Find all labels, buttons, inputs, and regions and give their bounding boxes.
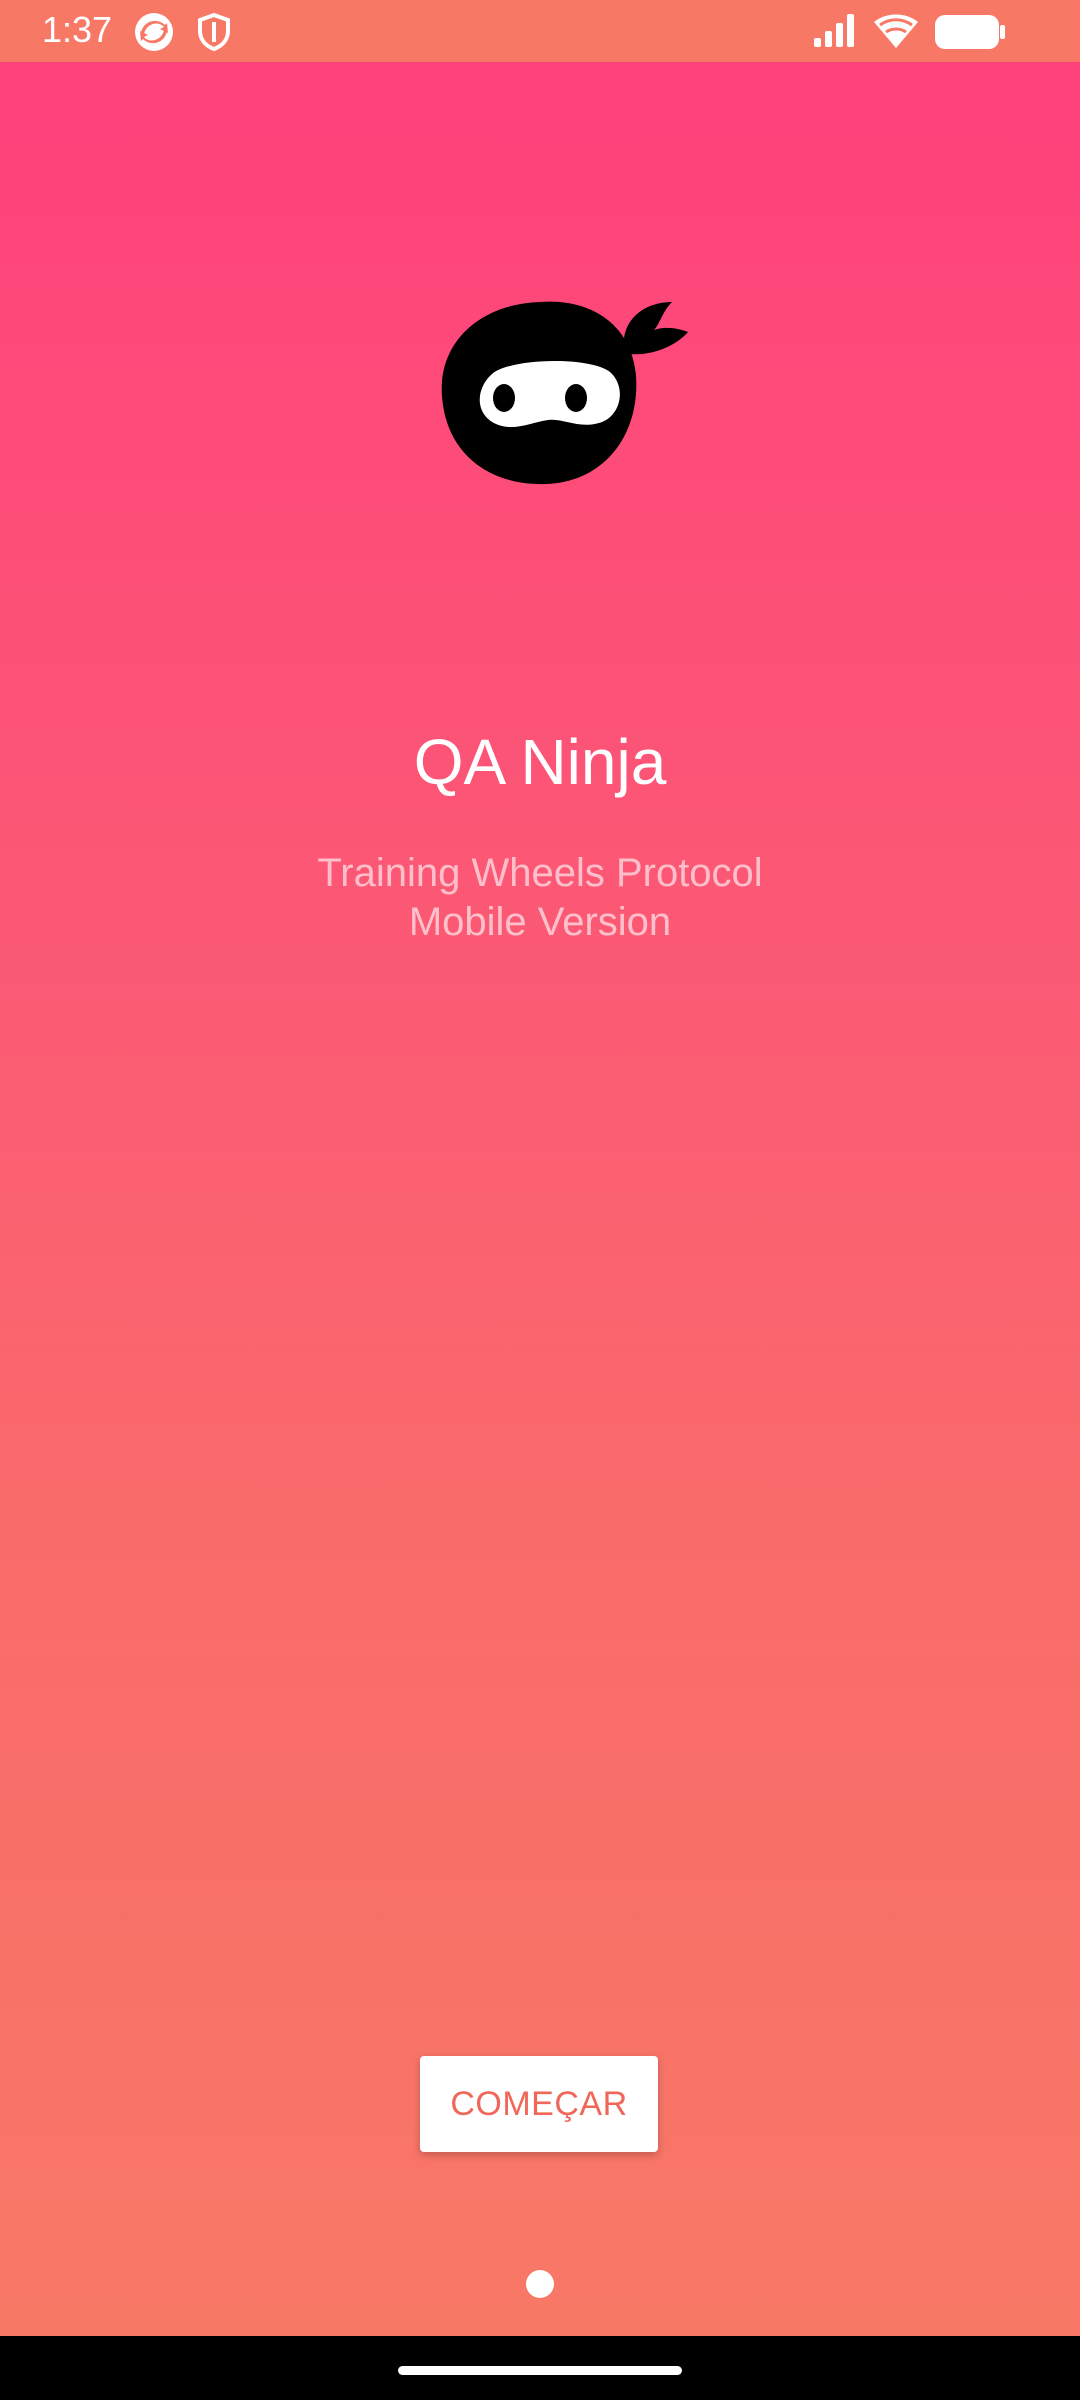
sync-app-icon: [132, 10, 176, 54]
battery-icon: [934, 14, 1006, 55]
subtitle-line-version: Mobile Version: [408, 900, 672, 944]
splash-screen: QA Ninja Training Wheels Protocol Mobile…: [0, 62, 1080, 2336]
app-subtitle: Training Wheels Protocol Mobile Version: [0, 849, 1080, 947]
shield-icon: [192, 10, 236, 54]
page-indicator-dot: [526, 2270, 554, 2298]
home-gesture-handle[interactable]: [398, 2366, 682, 2375]
status-time: 1:37: [42, 9, 113, 50]
ninja-logo-icon: [440, 294, 690, 494]
app-title: QA Ninja: [413, 726, 667, 798]
start-button[interactable]: COMEÇAR: [420, 2056, 658, 2152]
wifi-icon: [870, 10, 922, 55]
navigation-bar: [0, 2336, 1080, 2400]
signal-icon: [812, 12, 860, 53]
subtitle-line-protocol: Training Wheels Protocol: [317, 851, 763, 895]
status-bar: 1:37: [0, 0, 1080, 62]
